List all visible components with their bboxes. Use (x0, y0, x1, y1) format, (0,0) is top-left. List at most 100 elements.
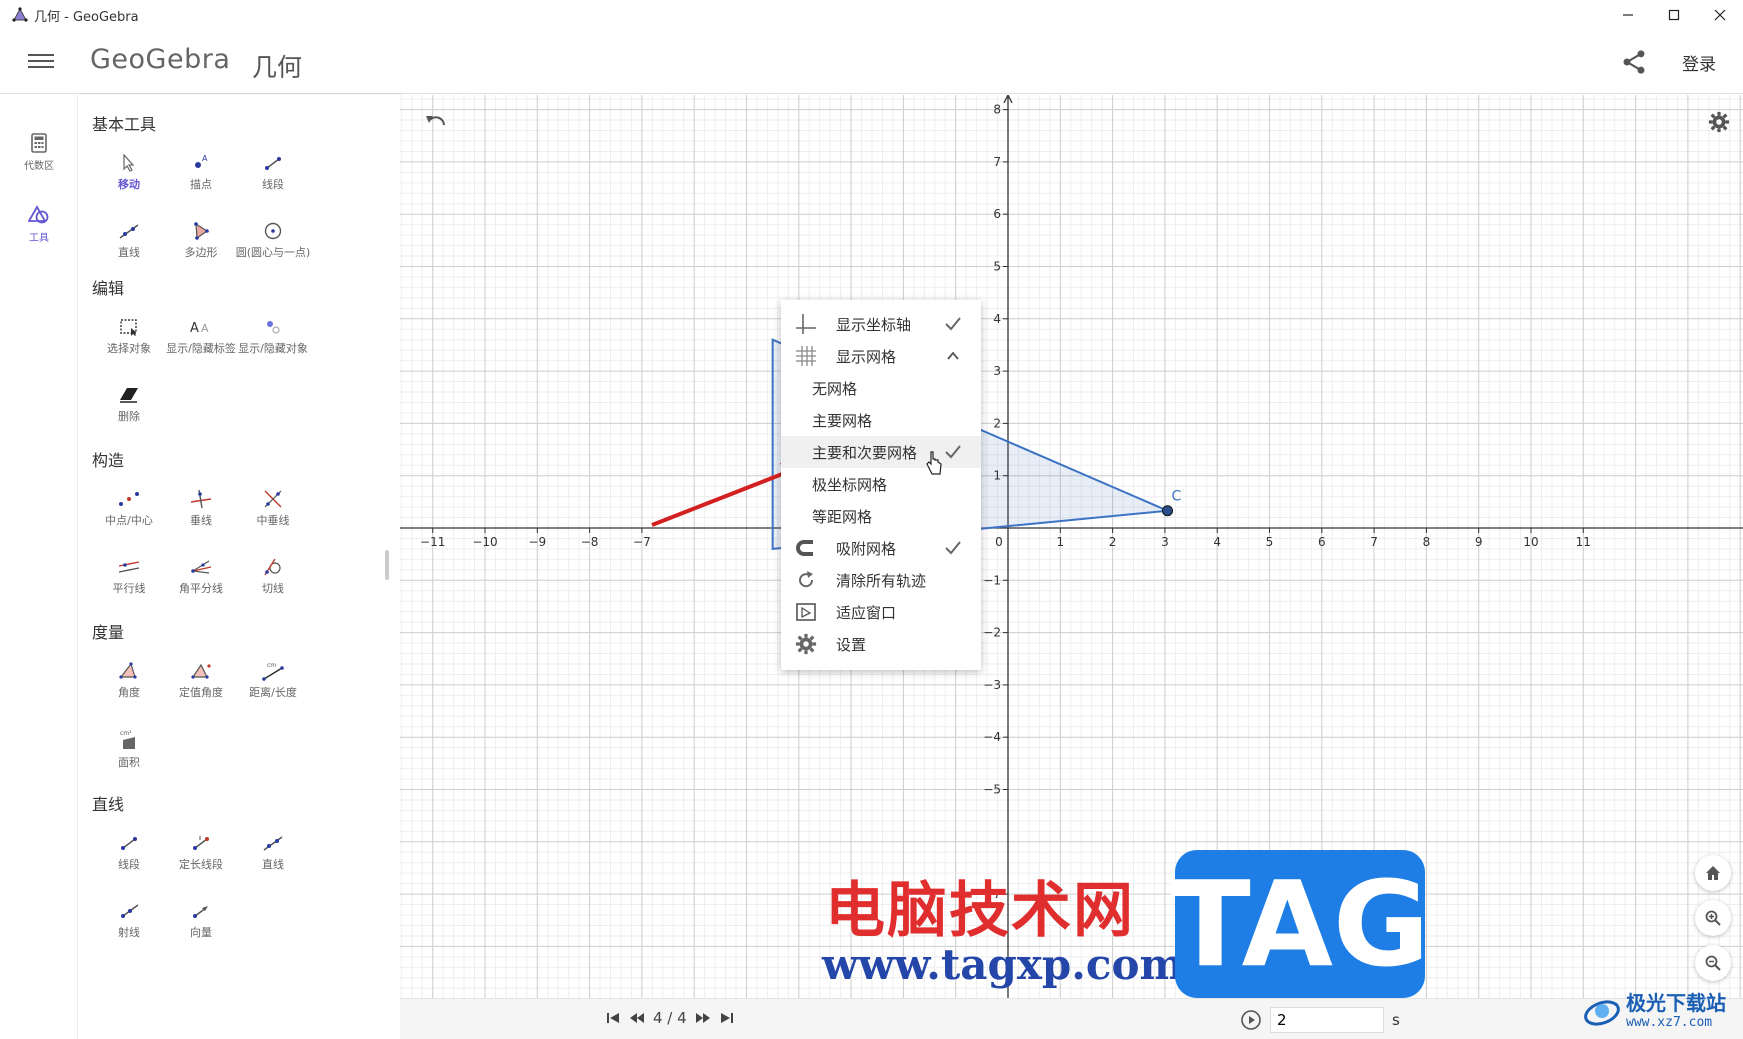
menu-item-settings[interactable]: 设置 (781, 628, 981, 660)
area-icon: cm² (120, 730, 135, 749)
magnet-icon (796, 540, 813, 556)
menu-item-label: 适应窗口 (836, 603, 897, 622)
distance-unit-text: cm (267, 662, 276, 669)
tool-label: 移动 (118, 178, 140, 191)
axes-icon (796, 314, 816, 334)
rail-item-tools[interactable]: 工具 (0, 205, 78, 244)
graphics-context-menu: 显示坐标轴 显示网格 无网格 主要网格 主要和次要网格 极坐标网格 等距网格 吸… (781, 300, 981, 670)
tool-label: 显示/隐藏对象 (238, 342, 308, 355)
tool-toggle-labels[interactable]: AA 显示/隐藏标签 (161, 317, 241, 356)
tool-vector[interactable]: 向量 (161, 901, 241, 940)
menu-item-no-grid[interactable]: 无网格 (781, 372, 981, 404)
next-page-icon[interactable] (695, 1010, 711, 1026)
tool-ray[interactable]: 射线 (89, 901, 169, 940)
y-tick-label: 2 (993, 416, 1001, 430)
section-title-lines: 直线 (92, 795, 125, 814)
tool-move[interactable]: 移动 (89, 153, 169, 192)
section-title-construct: 构造 (92, 451, 125, 470)
tool-angle-bisector[interactable]: 角平分线 (161, 557, 241, 596)
share-icon[interactable] (1620, 48, 1648, 76)
fixed-segment-icon (193, 836, 209, 850)
menu-item-fit-window[interactable]: 适应窗口 (781, 596, 981, 628)
play-icon[interactable] (1240, 1009, 1262, 1031)
tool-polygon[interactable]: 多边形 (161, 221, 241, 260)
menu-item-major-minor-grid[interactable]: 主要和次要网格 (781, 436, 981, 468)
tool-parallel[interactable]: 平行线 (89, 557, 169, 596)
tool-label: 定值角度 (179, 686, 223, 699)
menu-item-label: 主要网格 (812, 411, 873, 430)
x-tick-label: 3 (1161, 535, 1169, 549)
watermark-tag-logo: TAG (1170, 850, 1430, 998)
zoom-out-icon (1705, 955, 1721, 971)
home-view-button[interactable] (1695, 855, 1731, 891)
tool-perpendicular-bisector[interactable]: 中垂线 (233, 489, 313, 528)
tool-fixed-angle[interactable]: 定值角度 (161, 661, 241, 700)
tool-label: 垂线 (190, 514, 212, 527)
menu-item-show-axes[interactable]: 显示坐标轴 (781, 308, 981, 340)
section-title-basic: 基本工具 (92, 115, 157, 134)
tool-angle[interactable]: 角度 (89, 661, 169, 700)
close-window-button[interactable] (1697, 0, 1743, 30)
tool-distance[interactable]: cm 距离/长度 (233, 661, 313, 700)
point-c-label: C (1172, 489, 1182, 505)
menu-item-label: 显示网格 (836, 347, 897, 366)
y-tick-label: 4 (993, 312, 1001, 326)
tool-midpoint[interactable]: 中点/中心 (89, 489, 169, 528)
menu-item-show-grid[interactable]: 显示网格 (781, 340, 981, 372)
tool-toggle-objects[interactable]: 显示/隐藏对象 (233, 317, 313, 356)
tools-icon (28, 205, 49, 224)
tool-panel-scrollbar[interactable] (385, 550, 389, 580)
refresh-icon (799, 571, 814, 588)
main-menu-button[interactable] (28, 50, 54, 74)
site-name: 极光下载站 (1626, 991, 1726, 1015)
rail-item-algebra[interactable]: 代数区 (0, 133, 78, 172)
tool-area[interactable]: cm² 面积 (89, 729, 169, 770)
tool-fixed-segment[interactable]: 定长线段 (161, 833, 241, 872)
distance-icon: cm (262, 662, 284, 681)
x-tick-label: −11 (420, 535, 445, 549)
x-tick-label: −9 (528, 535, 546, 549)
first-page-icon[interactable] (605, 1010, 621, 1026)
tool-label: 角平分线 (179, 582, 223, 595)
zoom-in-button[interactable] (1695, 900, 1731, 936)
tool-label: 距离/长度 (249, 686, 297, 699)
svg-text:A: A (190, 321, 199, 336)
tool-delete[interactable]: 删除 (89, 385, 169, 424)
x-tick-label: −8 (581, 535, 599, 549)
graphics-settings-icon[interactable] (1708, 111, 1730, 133)
minimize-button[interactable] (1605, 0, 1651, 30)
perpendicular-icon (190, 489, 212, 509)
tool-segment-2[interactable]: 线段 (89, 833, 169, 872)
tool-circle-center-point[interactable]: 圆(圆心与一点) (233, 221, 313, 260)
tool-segment[interactable]: 线段 (233, 153, 313, 192)
angle-bisector-icon (191, 560, 212, 574)
previous-page-icon[interactable] (629, 1010, 645, 1026)
last-page-icon[interactable] (719, 1010, 735, 1026)
tool-line-2[interactable]: 直线 (233, 833, 313, 872)
hamburger-icon-bar (28, 54, 54, 56)
tool-point[interactable]: A 描点 (161, 153, 241, 192)
menu-item-clear-traces[interactable]: 清除所有轨迹 (781, 564, 981, 596)
x-tick-label: 9 (1475, 535, 1483, 549)
speed-input[interactable] (1270, 1007, 1384, 1033)
undo-icon[interactable] (424, 111, 448, 135)
login-button[interactable]: 登录 (1682, 50, 1716, 75)
menu-item-major-grid[interactable]: 主要网格 (781, 404, 981, 436)
tool-line[interactable]: 直线 (89, 221, 169, 260)
svg-text:A: A (201, 322, 209, 335)
x-tick-label: 1 (1056, 535, 1064, 549)
checkmark-icon (945, 317, 961, 331)
tool-tangent[interactable]: 切线 (233, 557, 313, 596)
x-tick-label: −10 (472, 535, 497, 549)
zoom-out-button[interactable] (1695, 945, 1731, 981)
menu-item-snap-to-grid[interactable]: 吸附网格 (781, 532, 981, 564)
tool-label: 射线 (118, 926, 140, 939)
tool-label: 面积 (118, 756, 140, 769)
arrow-cursor-icon (123, 153, 135, 172)
maximize-button[interactable] (1651, 0, 1697, 30)
tool-select-objects[interactable]: 选择对象 (89, 317, 169, 356)
menu-item-polar-grid[interactable]: 极坐标网格 (781, 468, 981, 500)
x-tick-label: 4 (1213, 535, 1221, 549)
tool-perpendicular[interactable]: 垂线 (161, 489, 241, 528)
menu-item-isometric-grid[interactable]: 等距网格 (781, 500, 981, 532)
